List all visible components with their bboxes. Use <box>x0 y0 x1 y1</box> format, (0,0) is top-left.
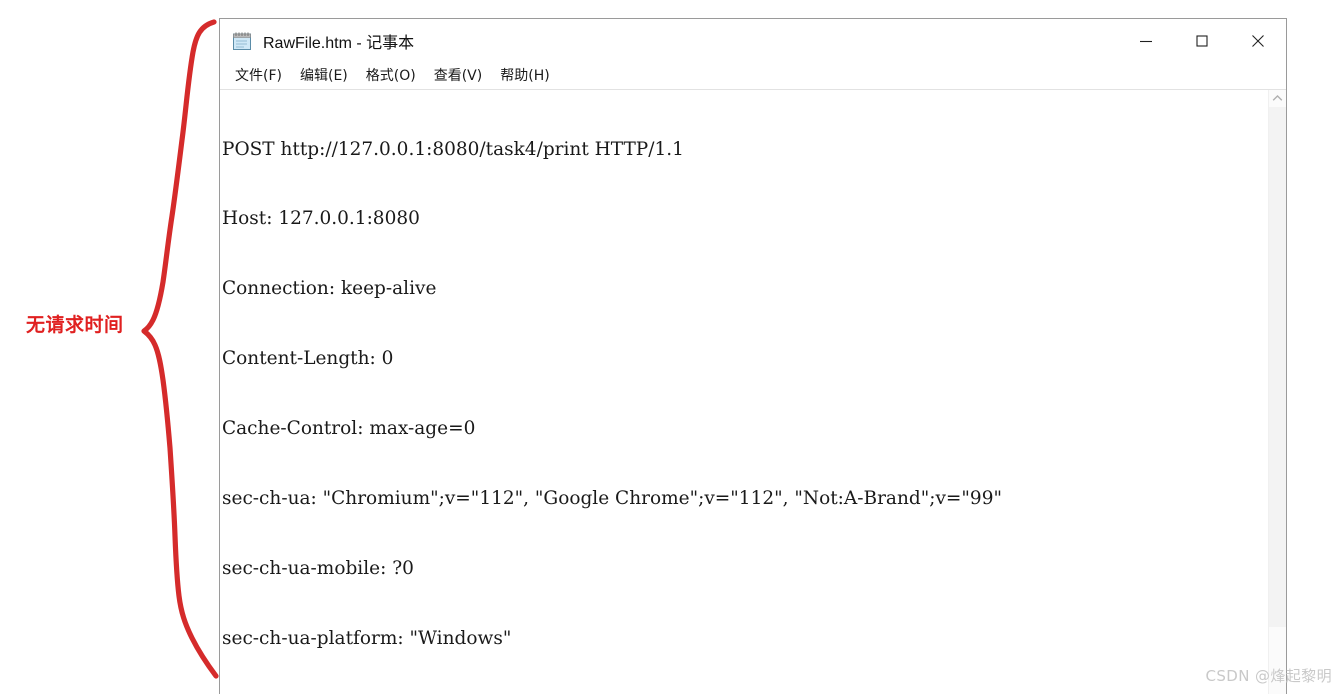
text-line: Host: 127.0.0.1:8080 <box>222 208 420 230</box>
scroll-up-arrow-icon[interactable] <box>1269 90 1286 107</box>
watermark: CSDN @烽起黎明 <box>1205 667 1332 685</box>
annotation-label: 无请求时间 <box>26 314 124 336</box>
screenshot-root: RawFile.htm - 记事本 文件(F) 编辑(E) 格式(O) 查看(V… <box>0 0 1344 694</box>
menu-item-file[interactable]: 文件(F) <box>226 63 291 89</box>
menu-item-view[interactable]: 查看(V) <box>425 63 492 89</box>
menu-item-edit[interactable]: 编辑(E) <box>291 63 357 89</box>
minimize-button[interactable] <box>1118 19 1174 63</box>
notepad-window: RawFile.htm - 记事本 文件(F) 编辑(E) 格式(O) 查看(V… <box>219 18 1287 694</box>
title-bar[interactable]: RawFile.htm - 记事本 <box>220 19 1286 63</box>
text-line: sec-ch-ua-mobile: ?0 <box>222 557 414 579</box>
curly-brace-icon <box>141 19 219 679</box>
text-line: Content-Length: 0 <box>222 348 394 370</box>
text-line: POST http://127.0.0.1:8080/task4/print H… <box>222 138 684 160</box>
text-editor[interactable]: POST http://127.0.0.1:8080/task4/print H… <box>220 90 1268 694</box>
menu-item-format[interactable]: 格式(O) <box>357 63 425 89</box>
text-line: sec-ch-ua-platform: "Windows" <box>222 627 512 649</box>
notepad-icon <box>231 30 253 52</box>
scrollbar-thumb[interactable] <box>1269 107 1286 627</box>
menu-bar: 文件(F) 编辑(E) 格式(O) 查看(V) 帮助(H) <box>220 63 1286 89</box>
window-controls <box>1118 19 1286 63</box>
text-line: sec-ch-ua: "Chromium";v="112", "Google C… <box>222 488 1002 510</box>
close-button[interactable] <box>1230 19 1286 63</box>
menu-item-help[interactable]: 帮助(H) <box>491 63 558 89</box>
text-line: Cache-Control: max-age=0 <box>222 418 476 440</box>
maximize-button[interactable] <box>1174 19 1230 63</box>
text-line: Connection: keep-alive <box>222 278 437 300</box>
editor-area: POST http://127.0.0.1:8080/task4/print H… <box>220 89 1286 694</box>
scrollbar-track[interactable] <box>1269 107 1286 694</box>
document-text: POST http://127.0.0.1:8080/task4/print H… <box>221 91 1268 694</box>
window-title: RawFile.htm - 记事本 <box>263 35 415 52</box>
vertical-scrollbar[interactable] <box>1268 90 1286 694</box>
